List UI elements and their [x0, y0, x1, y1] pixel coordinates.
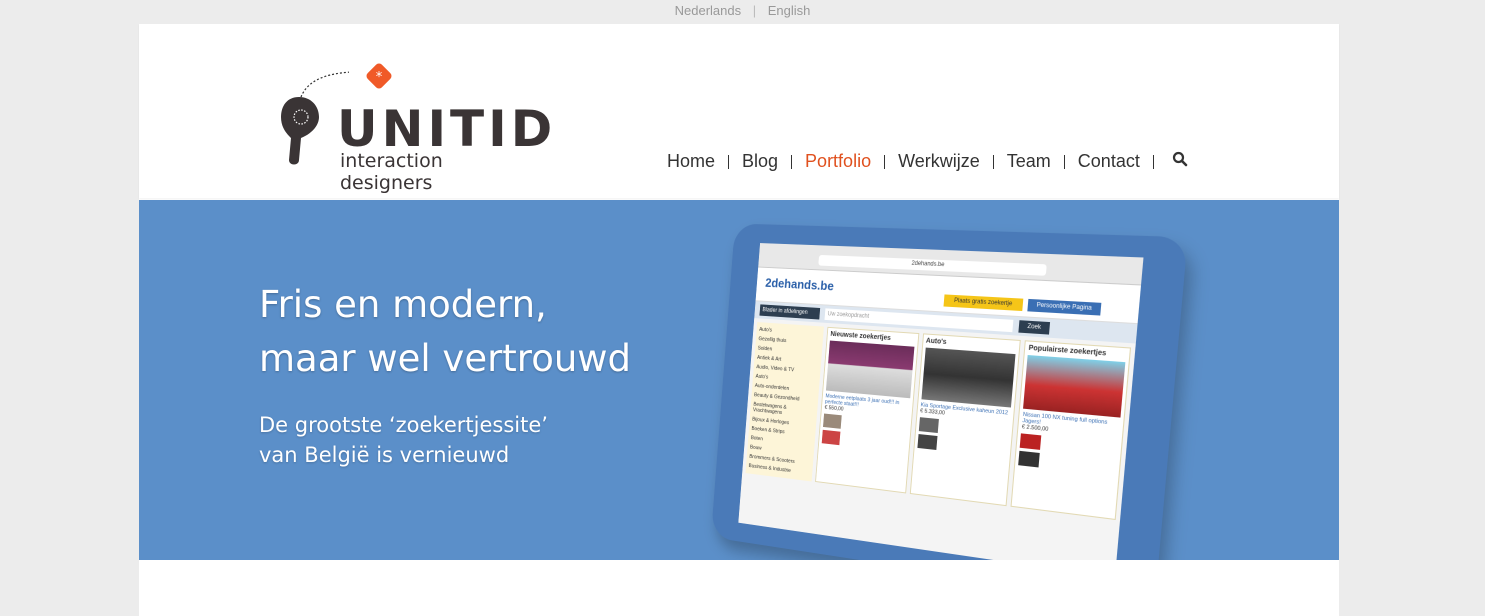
tablet-ad-photo [921, 347, 1016, 408]
tablet-columns: Auto's Gezellig thuis Solden Antiek & Ar… [742, 318, 1136, 525]
hero-headline-line2: maar wel vertrouwd [259, 337, 632, 380]
language-switcher: Nederlands | English [0, 3, 1485, 18]
nav-item-home[interactable]: Home [654, 151, 728, 172]
nav-item-team[interactable]: Team [994, 151, 1064, 172]
site-header: * UNITID interaction designers Home Blog… [139, 24, 1339, 198]
tablet-col-new: Nieuwste zoekertjes Moderne eetplaats 3 … [815, 326, 920, 494]
logo-tagline: interaction designers [340, 150, 443, 194]
tablet-category-select: Blader in afdelingen [759, 304, 821, 320]
tablet-thumb [821, 429, 841, 446]
tablet-col-cars: Auto's Kia Sportage Exclusive kaheun 201… [909, 333, 1022, 507]
nav-item-blog[interactable]: Blog [729, 151, 791, 172]
tablet-device: 2dehands.be 2dehands.be Plaats gratis zo… [710, 223, 1188, 606]
search-icon[interactable] [1154, 151, 1188, 172]
tablet-ad-photo [825, 340, 915, 399]
hero-sub-line2: van België is vernieuwd [259, 443, 510, 467]
svg-text:*: * [376, 70, 383, 85]
hero-headline-line1: Fris en modern, [259, 283, 547, 326]
tablet-account-button: Persoonlijke Pagina [1027, 298, 1102, 316]
tablet-ad-photo [1023, 355, 1126, 418]
nav-item-contact[interactable]: Contact [1065, 151, 1153, 172]
logo-star-badge-icon: * [366, 63, 392, 89]
tablet-search-button: Zoek [1018, 320, 1051, 335]
hero-subheadline: De grootste ‘zoekertjessite’ van België … [259, 410, 548, 470]
tablet-mockup: 2dehands.be 2dehands.be Plaats gratis zo… [694, 223, 1214, 610]
tablet-place-button: Plaats gratis zoekertje [943, 294, 1024, 312]
nav-item-werkwijze[interactable]: Werkwijze [885, 151, 993, 172]
tablet-thumb [917, 434, 938, 450]
lang-link-nl[interactable]: Nederlands [675, 3, 742, 18]
tablet-screen: 2dehands.be 2dehands.be Plaats gratis zo… [738, 243, 1144, 578]
hero-banner[interactable]: Fris en modern, maar wel vertrouwd De gr… [139, 200, 1339, 606]
tablet-thumb [1018, 450, 1041, 468]
tablet-site-logo: 2dehands.be [764, 275, 835, 294]
nav-item-portfolio[interactable]: Portfolio [792, 151, 884, 172]
tablet-col-popular: Populairste zoekertjes Nissan 100 NX tun… [1010, 340, 1132, 521]
lang-link-en[interactable]: English [768, 3, 811, 18]
hero-headline: Fris en modern, maar wel vertrouwd [259, 278, 631, 386]
tablet-thumb [918, 417, 939, 433]
lang-separator: | [752, 3, 757, 18]
tablet-thumb [823, 413, 842, 429]
site-logo[interactable]: * UNITID interaction designers [279, 62, 552, 194]
hero-sub-line1: De grootste ‘zoekertjessite’ [259, 413, 548, 437]
page-card: * UNITID interaction designers Home Blog… [139, 24, 1339, 616]
content-area [139, 560, 1339, 616]
tablet-sidebar: Auto's Gezellig thuis Solden Antiek & Ar… [745, 322, 824, 482]
main-nav: Home Blog Portfolio Werkwijze Team Conta… [654, 151, 1188, 172]
tablet-thumb [1020, 433, 1042, 450]
